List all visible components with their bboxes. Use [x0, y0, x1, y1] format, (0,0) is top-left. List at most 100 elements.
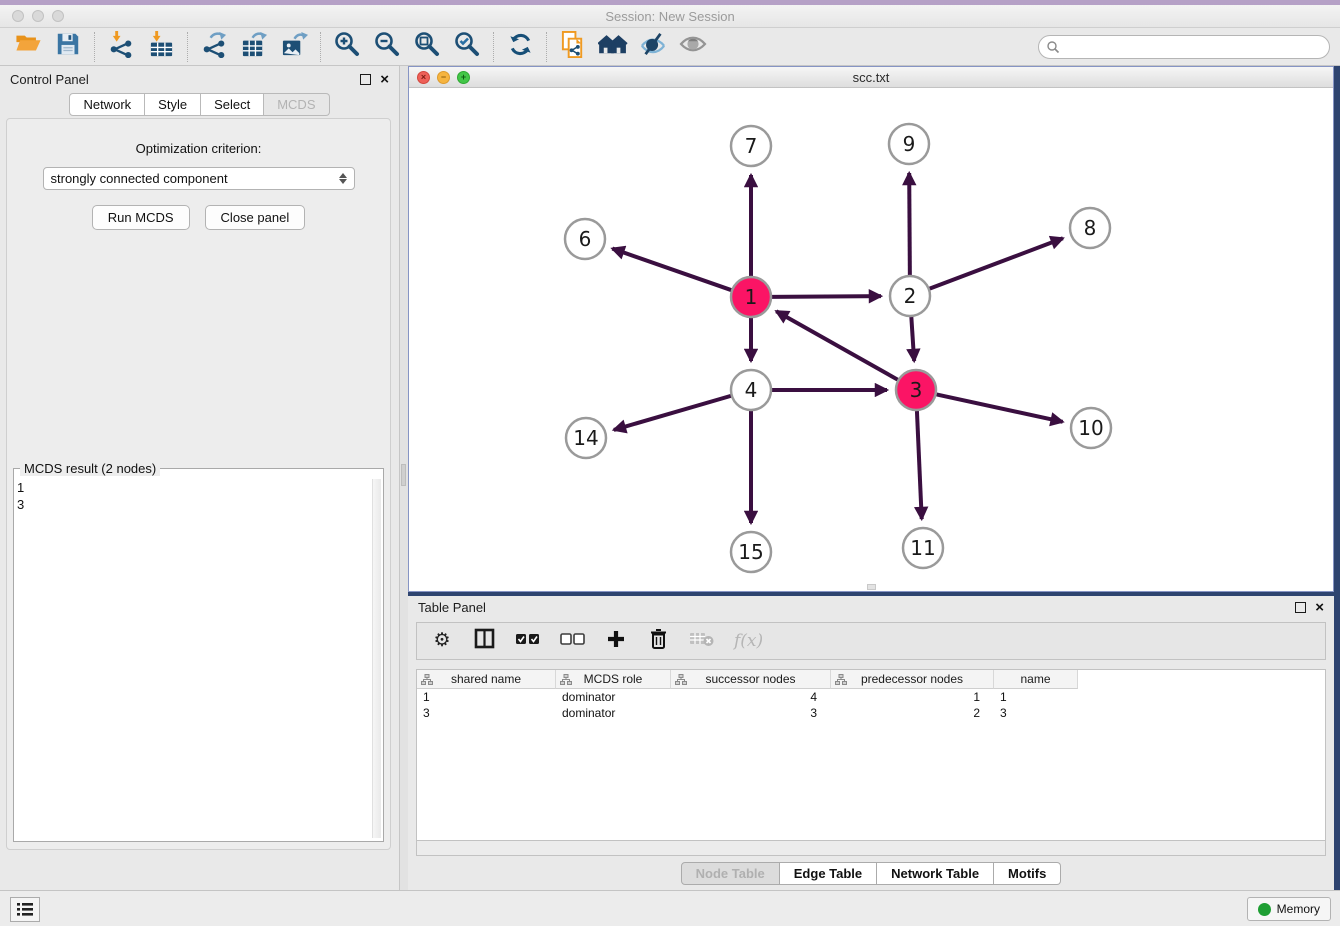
- column-header-MCDS-role[interactable]: MCDS role: [556, 670, 671, 689]
- import-table-icon: [148, 31, 175, 63]
- show-visibility-button[interactable]: [673, 31, 713, 63]
- export-network-button[interactable]: [194, 31, 234, 63]
- cell-MCDS-role[interactable]: dominator: [556, 690, 671, 704]
- cell-successor-nodes[interactable]: 4: [671, 690, 831, 704]
- graph-node-9[interactable]: 9: [889, 124, 929, 164]
- add-row-button[interactable]: [605, 628, 627, 654]
- graph-node-15[interactable]: 15: [731, 532, 771, 572]
- splitter-grip[interactable]: [401, 464, 406, 486]
- graph-node-7[interactable]: 7: [731, 126, 771, 166]
- table-row[interactable]: 3dominator323: [417, 705, 1325, 721]
- duplicate-network-button[interactable]: [553, 31, 593, 63]
- add-row-icon: [606, 629, 626, 654]
- search-box[interactable]: [1038, 35, 1330, 59]
- run-mcds-button[interactable]: Run MCDS: [92, 205, 190, 230]
- optimization-select[interactable]: strongly connected component: [43, 167, 355, 190]
- search-input[interactable]: [1060, 37, 1310, 57]
- deselect-all-button[interactable]: [560, 628, 585, 654]
- graph-edge-2-9[interactable]: [909, 173, 910, 275]
- cell-shared-name[interactable]: 3: [417, 706, 556, 720]
- canvas-scroll-grip[interactable]: [867, 584, 876, 590]
- graph-node-1[interactable]: 1: [731, 277, 771, 317]
- graph-node-8[interactable]: 8: [1070, 208, 1110, 248]
- tab-mcds[interactable]: MCDS: [264, 93, 329, 116]
- tab-style[interactable]: Style: [145, 93, 201, 116]
- svg-text:3: 3: [910, 378, 923, 402]
- close-panel-button[interactable]: Close panel: [205, 205, 306, 230]
- graph-edge-1-2[interactable]: [772, 296, 881, 297]
- graph-node-4[interactable]: 4: [731, 370, 771, 410]
- table-header-row: shared nameMCDS rolesuccessor nodesprede…: [417, 670, 1325, 689]
- graph-edge-2-8[interactable]: [930, 238, 1063, 288]
- graph-edge-2-3[interactable]: [911, 317, 914, 361]
- home-button[interactable]: [593, 31, 633, 63]
- graph-node-3[interactable]: 3: [896, 370, 936, 410]
- export-image-button[interactable]: [274, 31, 314, 63]
- graph-node-11[interactable]: 11: [903, 528, 943, 568]
- svg-text:9: 9: [903, 132, 916, 156]
- cell-shared-name[interactable]: 1: [417, 690, 556, 704]
- column-header-name[interactable]: name: [994, 670, 1078, 689]
- graph-node-6[interactable]: 6: [565, 219, 605, 259]
- cell-MCDS-role[interactable]: dominator: [556, 706, 671, 720]
- home-icon: [598, 32, 628, 61]
- graph-edge-3-11[interactable]: [917, 411, 922, 519]
- zoom-fit-button[interactable]: [407, 31, 447, 63]
- graph-edge-3-10[interactable]: [937, 394, 1063, 421]
- cell-name[interactable]: 3: [994, 706, 1078, 720]
- toolbar-separator: [320, 32, 321, 62]
- delete-row-button[interactable]: [647, 628, 669, 654]
- zoom-in-button[interactable]: [327, 31, 367, 63]
- tab-network-table[interactable]: Network Table: [877, 862, 994, 885]
- tab-node-table[interactable]: Node Table: [681, 862, 780, 885]
- graph-node-10[interactable]: 10: [1071, 408, 1111, 448]
- columns-button[interactable]: [473, 628, 495, 654]
- memory-button[interactable]: Memory: [1247, 897, 1331, 921]
- hide-visibility-icon: [638, 31, 668, 62]
- mcds-tab-content: Optimization criterion: strongly connect…: [6, 118, 391, 850]
- zoom-out-button[interactable]: [367, 31, 407, 63]
- hide-visibility-button[interactable]: [633, 31, 673, 63]
- tab-motifs[interactable]: Motifs: [994, 862, 1061, 885]
- graph-node-2[interactable]: 2: [890, 276, 930, 316]
- graph-edge-1-6[interactable]: [612, 249, 731, 291]
- zoom-selected-button[interactable]: [447, 31, 487, 63]
- table-hscrollbar[interactable]: [416, 841, 1326, 856]
- export-table-button[interactable]: [234, 31, 274, 63]
- refresh-button[interactable]: [500, 31, 540, 63]
- network-canvas[interactable]: 7 9 6 8 1 2 4 3 14 10 15 11: [409, 88, 1333, 591]
- column-header-successor-nodes[interactable]: successor nodes: [671, 670, 831, 689]
- settings-button[interactable]: ⚙: [431, 628, 453, 654]
- graph-node-14[interactable]: 14: [566, 418, 606, 458]
- network-window-titlebar[interactable]: × − + scc.txt: [409, 67, 1333, 88]
- cell-predecessor-nodes[interactable]: 1: [831, 690, 994, 704]
- mcds-result-text[interactable]: 1 3: [17, 479, 371, 838]
- cell-name[interactable]: 1: [994, 690, 1078, 704]
- column-label: name: [1020, 672, 1050, 686]
- control-panel-title: Control Panel: [10, 72, 360, 87]
- open-session-button[interactable]: [8, 31, 48, 63]
- float-panel-icon[interactable]: [360, 74, 371, 85]
- import-table-button[interactable]: [141, 31, 181, 63]
- delete-table-icon: [689, 630, 714, 652]
- panel-splitter[interactable]: [400, 66, 408, 890]
- tab-edge-table[interactable]: Edge Table: [780, 862, 877, 885]
- result-scrollbar[interactable]: [372, 479, 381, 838]
- graph-edge-4-14[interactable]: [614, 396, 731, 430]
- cell-predecessor-nodes[interactable]: 2: [831, 706, 994, 720]
- graph-edge-3-1[interactable]: [776, 311, 897, 379]
- column-header-shared-name[interactable]: shared name: [417, 670, 556, 689]
- cell-successor-nodes[interactable]: 3: [671, 706, 831, 720]
- network-graph[interactable]: 7 9 6 8 1 2 4 3 14 10 15 11: [409, 88, 1333, 591]
- select-all-button[interactable]: [515, 628, 540, 654]
- tab-select[interactable]: Select: [201, 93, 264, 116]
- import-network-button[interactable]: [101, 31, 141, 63]
- close-table-panel-icon[interactable]: ×: [1315, 602, 1324, 613]
- task-history-button[interactable]: [10, 897, 40, 922]
- table-row[interactable]: 1dominator411: [417, 689, 1325, 705]
- close-panel-icon[interactable]: ×: [380, 74, 389, 85]
- float-table-panel-icon[interactable]: [1295, 602, 1306, 613]
- save-session-button[interactable]: [48, 31, 88, 63]
- column-header-predecessor-nodes[interactable]: predecessor nodes: [831, 670, 994, 689]
- tab-network[interactable]: Network: [69, 93, 145, 116]
